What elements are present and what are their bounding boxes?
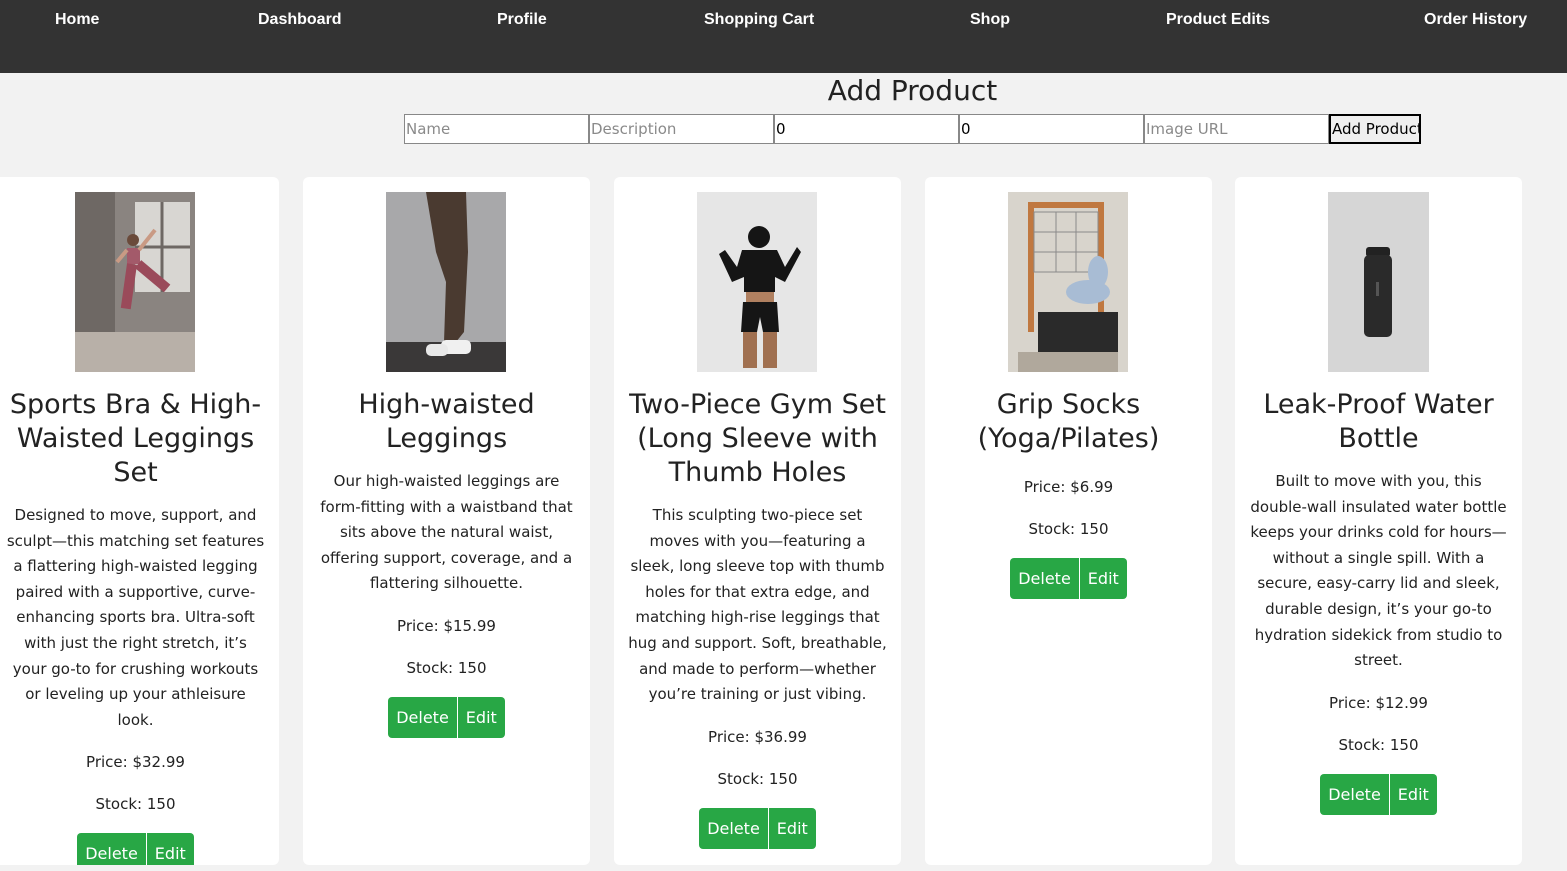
- product-title: Leak-Proof Water Bottle: [1263, 389, 1494, 454]
- product-card: Grip Socks (Yoga/Pilates) Price: $6.99 S…: [925, 177, 1212, 865]
- product-title: Two-Piece Gym Set (Long Sleeve with Thum…: [629, 389, 886, 488]
- top-navbar: Home Dashboard Profile Shopping Cart Sho…: [0, 0, 1567, 73]
- product-actions: Delete Edit: [6, 833, 265, 865]
- product-image: [75, 192, 195, 372]
- product-description-input[interactable]: [589, 114, 774, 144]
- product-stock-input[interactable]: [959, 114, 1144, 144]
- product-actions: Delete Edit: [1249, 773, 1508, 815]
- nav-shop[interactable]: Shop: [970, 10, 1010, 30]
- nav-shopping-cart[interactable]: Shopping Cart: [704, 10, 814, 30]
- product-actions: Delete Edit: [939, 558, 1198, 599]
- nav-order-history[interactable]: Order History: [1424, 10, 1527, 30]
- product-card: Leak-Proof Water Bottle Built to move wi…: [1235, 177, 1522, 865]
- edit-button[interactable]: Edit: [146, 833, 194, 865]
- add-product-heading: Add Product: [827, 74, 998, 107]
- product-card: Two-Piece Gym Set (Long Sleeve with Thum…: [614, 177, 901, 865]
- delete-button[interactable]: Delete: [1320, 773, 1389, 815]
- product-actions: Delete Edit: [317, 696, 576, 738]
- product-stock: Stock: 150: [95, 795, 176, 814]
- nav-home[interactable]: Home: [55, 10, 99, 30]
- product-card: Sports Bra & High-Waisted Leggings Set D…: [0, 177, 279, 865]
- product-description: Our high-waisted leggings are form-fitti…: [320, 472, 573, 593]
- product-image: [386, 192, 506, 372]
- product-price-input[interactable]: [774, 114, 959, 144]
- add-product-button[interactable]: Add Product: [1329, 114, 1421, 144]
- delete-button[interactable]: Delete: [77, 833, 146, 865]
- product-image: [1328, 192, 1429, 372]
- product-title: High-waisted Leggings: [358, 389, 535, 454]
- product-price: Price: $36.99: [708, 727, 807, 746]
- nav-product-edits[interactable]: Product Edits: [1166, 10, 1270, 30]
- edit-button[interactable]: Edit: [768, 807, 816, 849]
- add-product-form: Add Product: [404, 114, 1421, 144]
- product-description: Designed to move, support, and sculpt—th…: [6, 506, 265, 729]
- product-image-url-input[interactable]: [1144, 114, 1329, 144]
- edit-button[interactable]: Edit: [457, 696, 505, 738]
- product-price: Price: $15.99: [397, 616, 496, 635]
- product-stock: Stock: 150: [717, 769, 798, 788]
- delete-button[interactable]: Delete: [388, 696, 457, 738]
- product-description: Built to move with you, this double-wall…: [1250, 472, 1507, 670]
- product-title: Sports Bra & High-Waisted Leggings Set: [9, 389, 262, 488]
- product-name-input[interactable]: [404, 114, 589, 144]
- product-stock: Stock: 150: [1338, 735, 1419, 754]
- product-image: [697, 192, 817, 372]
- product-price: Price: $12.99: [1329, 693, 1428, 712]
- product-title: Grip Socks (Yoga/Pilates): [977, 389, 1160, 454]
- nav-profile[interactable]: Profile: [497, 10, 547, 30]
- delete-button[interactable]: Delete: [1010, 558, 1079, 599]
- product-stock: Stock: 150: [406, 658, 487, 677]
- product-stock: Stock: 150: [1028, 520, 1109, 538]
- nav-dashboard[interactable]: Dashboard: [258, 10, 342, 30]
- edit-button[interactable]: Edit: [1389, 773, 1437, 815]
- product-card: High-waisted Leggings Our high-waisted l…: [303, 177, 590, 865]
- delete-button[interactable]: Delete: [699, 807, 768, 849]
- product-price: Price: $32.99: [86, 753, 185, 772]
- product-image: [1008, 192, 1128, 372]
- product-price: Price: $6.99: [1023, 478, 1114, 496]
- product-actions: Delete Edit: [628, 807, 887, 849]
- edit-button[interactable]: Edit: [1079, 558, 1127, 599]
- product-description: This sculpting two-piece set moves with …: [628, 506, 887, 704]
